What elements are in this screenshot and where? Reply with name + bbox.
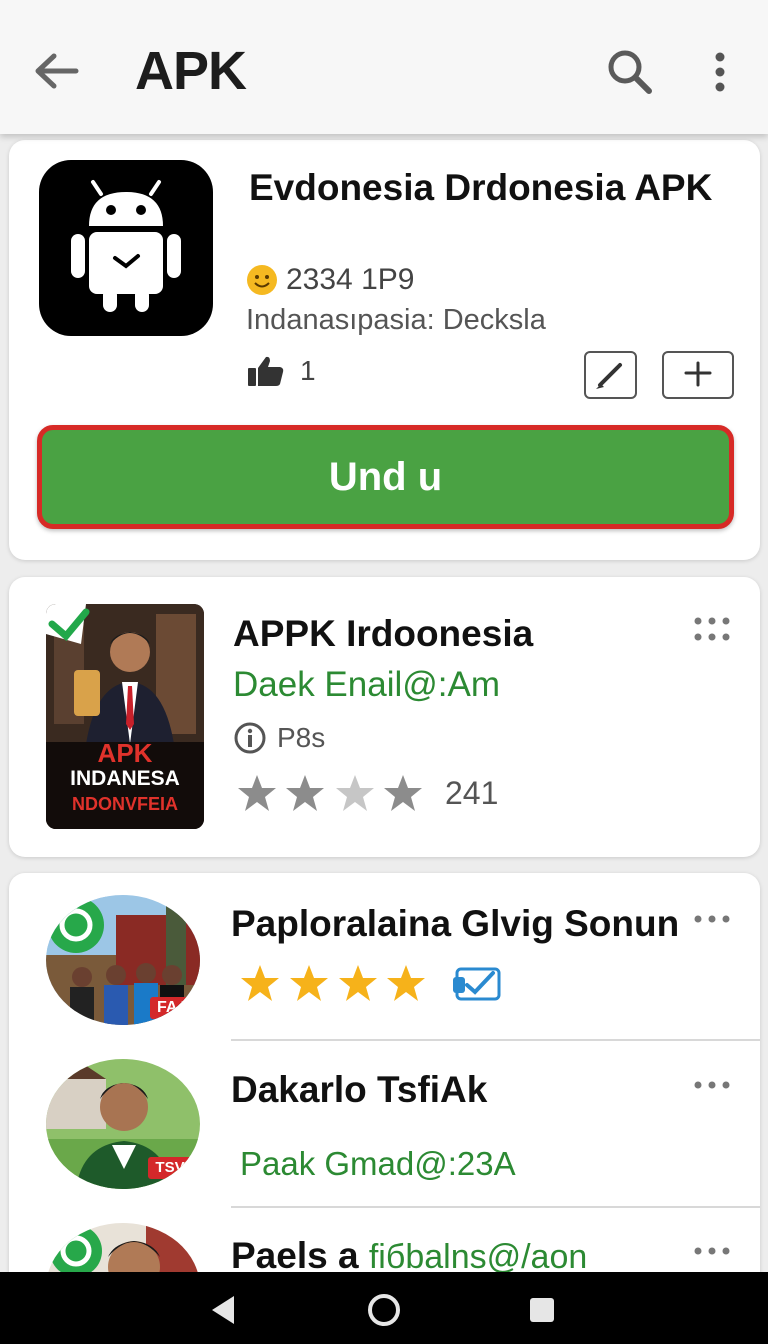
- avatar: FAA: [46, 895, 200, 1025]
- size-text: P8s: [277, 722, 326, 753]
- list-item-title[interactable]: Paploralaina Glvig Sonun: [231, 903, 679, 945]
- app-title: APPK Irdoonesia: [233, 613, 534, 654]
- page-title: APK: [135, 41, 247, 101]
- pencil-icon: [596, 363, 622, 389]
- stars: [238, 775, 422, 811]
- likes-count: 1: [300, 355, 316, 386]
- list-item-developer: fiбbalns@/aon: [368, 1238, 588, 1276]
- arrow-left-icon[interactable]: [30, 46, 82, 96]
- star-icon: [238, 775, 276, 811]
- star-icon: [384, 775, 422, 811]
- app-detail-card: Evdonesia Drdonesia APK 2334 1P9 Indanas…: [9, 140, 760, 560]
- plus-icon: [684, 361, 712, 387]
- more-horizontal-icon[interactable]: [693, 1079, 731, 1091]
- check-badge-icon: [453, 967, 501, 1001]
- review-count: 241: [445, 774, 499, 811]
- app-size: P8s: [233, 721, 325, 755]
- star-icon: [241, 965, 279, 1001]
- search-icon[interactable]: [603, 46, 657, 98]
- app-icon: [39, 160, 213, 336]
- info-icon: [234, 722, 266, 754]
- rating-text: 2334 1P9: [286, 263, 415, 296]
- nav-recents-icon[interactable]: [522, 1290, 562, 1330]
- list-item-developer: Paak Gmad@:23A: [240, 1145, 516, 1182]
- star-rating: 241: [237, 773, 498, 813]
- system-nav-bar: [0, 1272, 768, 1344]
- thumbnail-text-top: APK: [97, 738, 153, 768]
- avatar-tag: FAA: [157, 999, 189, 1016]
- android-robot-icon: [71, 180, 181, 312]
- avatar: TSV: [46, 1059, 200, 1189]
- star-icon: [336, 775, 374, 811]
- nav-back-icon[interactable]: [204, 1290, 244, 1330]
- app-rating: 2334 1P9: [246, 260, 414, 300]
- smiley-icon: [247, 265, 277, 295]
- likes: 1: [246, 354, 316, 388]
- thumbnail-text-bot: NDONVFEIA: [71, 794, 178, 814]
- grid-menu-icon[interactable]: [693, 615, 731, 645]
- star-icon: [290, 965, 328, 1001]
- list-item-title[interactable]: Dakarlo TsfiAk: [231, 1069, 487, 1111]
- app-title: Evdonesia Drdonesia APK: [249, 167, 713, 208]
- thumbs-up-icon[interactable]: [246, 354, 286, 388]
- app-bar: APK: [0, 0, 768, 134]
- edit-button[interactable]: [584, 351, 637, 399]
- add-button[interactable]: [662, 351, 734, 399]
- more-horizontal-icon[interactable]: [693, 1245, 731, 1257]
- divider: [231, 1039, 760, 1041]
- star-icon: [387, 965, 425, 1001]
- nav-home-icon[interactable]: [364, 1290, 404, 1330]
- app-developer: Daek Enail@:Am: [233, 665, 501, 704]
- avatar-tag: TSV: [148, 1157, 192, 1179]
- list-item-title[interactable]: Paels a fiбbalns@/aon: [231, 1235, 587, 1277]
- app-thumbnail: APK INDANESA NDONVFEIA: [46, 604, 204, 829]
- app-list-card[interactable]: APK INDANESA NDONVFEIA APPK Irdoonesia D…: [9, 577, 760, 857]
- app-list: FAA Paploralaina Glvig Sonun TSV Dakarlo…: [9, 873, 760, 1344]
- list-item-title-text: Paels a: [231, 1235, 359, 1276]
- star-icon: [286, 775, 324, 811]
- stars: [241, 965, 425, 1001]
- more-vertical-icon[interactable]: [700, 48, 740, 98]
- divider: [231, 1206, 760, 1208]
- install-button[interactable]: Und u: [37, 425, 734, 529]
- thumbnail-text-mid: INDANESA: [70, 767, 180, 790]
- star-icon: [339, 965, 377, 1001]
- more-horizontal-icon[interactable]: [693, 913, 731, 925]
- app-subtitle: Indanasıpasia: Decksla: [246, 304, 546, 336]
